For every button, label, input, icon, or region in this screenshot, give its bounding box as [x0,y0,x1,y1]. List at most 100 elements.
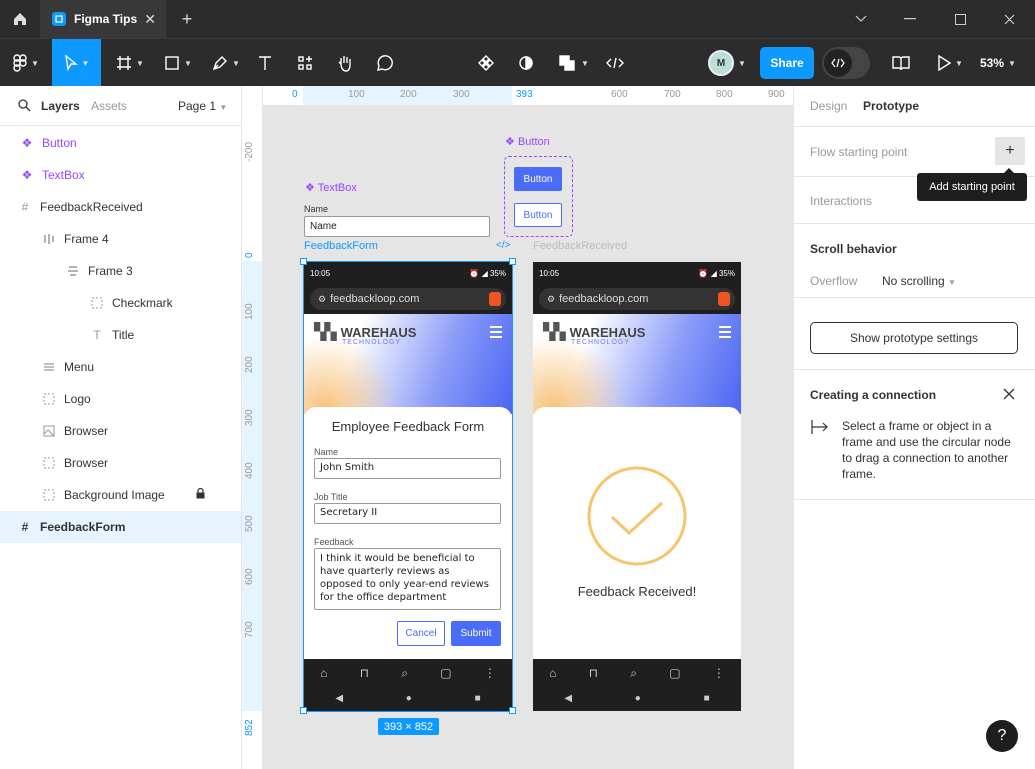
dev-code-button[interactable] [602,39,628,87]
boolean-tool-button[interactable]: ▼ [554,39,594,87]
frame-tool-button[interactable]: ▼ [110,39,150,87]
ruler-tick: 800 [716,89,733,100]
code-icon[interactable]: </> [496,240,510,251]
layer-browser[interactable]: Browser [0,415,241,447]
component-tool-button[interactable] [474,39,498,87]
list-icon [42,360,56,374]
layer-label: Background Image [64,488,165,502]
submit-button[interactable]: Submit [451,621,501,646]
feedback-textarea[interactable]: I think it would be beneficial to have q… [314,548,501,610]
layer-label: Button [42,136,77,150]
tab-layers[interactable]: Layers [41,99,80,113]
layer-background-image[interactable]: Background Image [0,479,241,511]
maximize-icon[interactable] [949,8,971,30]
layer-checkmark[interactable]: Checkmark [0,287,241,319]
tab-assets[interactable]: Assets [91,99,127,113]
resources-button[interactable] [292,39,318,87]
home-icon[interactable] [0,0,40,38]
page-selector[interactable]: Page 1 ▼ [178,99,227,113]
play-icon [938,55,952,71]
new-tab-icon[interactable]: + [176,8,198,30]
resize-handle[interactable] [509,258,516,265]
feedback-label: Feedback [314,537,354,547]
book-icon [892,56,910,71]
job-title-label: Job Title [314,492,348,502]
ruler-tick: 700 [664,89,681,100]
ruler-tick: 600 [244,568,255,585]
resize-handle[interactable] [509,707,516,714]
layer-label: TextBox [42,168,85,182]
hand-tool-button[interactable] [332,39,358,87]
layer-feedbackform[interactable]: # FeedbackForm [0,511,241,543]
job-title-input[interactable]: Secretary II [314,503,501,524]
resize-handle[interactable] [300,707,307,714]
feedbackreceived-frame[interactable]: 10:05 ⏰ ◢ 35% ⚙ feedbackloop.com ▚▚ WAREH… [533,262,741,711]
layer-menu[interactable]: Menu [0,351,241,383]
button-variant-secondary[interactable]: Button [514,203,562,227]
move-tool-button[interactable]: ▼ [52,39,101,87]
user-avatar-button[interactable]: M ▼ [703,39,751,87]
ruler-tick: 200 [400,89,417,100]
add-starting-point-tooltip: Add starting point [917,168,1027,201]
minimize-icon[interactable] [899,8,921,30]
connection-text: Select a frame or object in a frame and … [842,419,1011,481]
comment-tool-button[interactable] [371,39,397,87]
layer-textbox[interactable]: ❖ TextBox [0,159,241,191]
button-variant-primary[interactable]: Button [514,167,562,191]
text-icon: T [93,328,101,342]
dashed-frame-icon [42,456,56,470]
layer-feedbackreceived[interactable]: # FeedbackReceived [0,191,241,223]
frame-label-feedbackform[interactable]: FeedbackForm [304,240,378,252]
pen-tool-button[interactable]: ▼ [206,39,246,87]
share-button[interactable]: Share [760,47,814,79]
zoom-control[interactable]: 53% ▼ [980,39,1016,87]
textbox-component-label[interactable]: ❖ TextBox [305,181,357,194]
checkmark-icon [587,466,687,566]
textbox-component[interactable]: Name [304,216,490,237]
chevron-down-icon[interactable] [850,8,872,30]
tab-prototype[interactable]: Prototype [863,99,919,113]
search-icon[interactable] [18,99,31,115]
text-tool-button[interactable] [252,39,278,87]
frame-label-feedbackreceived[interactable]: FeedbackReceived [533,240,627,252]
resize-handle[interactable] [300,258,307,265]
close-window-icon[interactable] [998,8,1020,30]
main-menu-button[interactable]: ▼ [6,39,46,87]
feedbackform-frame[interactable]: 10:05 ⏰ ◢ 35% ⚙ feedbackloop.com ▚▚ WAREH… [303,261,513,712]
mask-tool-button[interactable] [514,39,538,87]
add-starting-point-button[interactable]: + [995,137,1025,165]
layer-browser[interactable]: Browser [0,447,241,479]
name-label: Name [314,447,339,457]
button-component-set[interactable]: Button Button [504,156,573,237]
overflow-dropdown[interactable]: No scrolling ▼ [882,274,956,288]
shape-tool-button[interactable]: ▼ [158,39,198,87]
layer-title[interactable]: T Title [0,319,241,351]
layer-button[interactable]: ❖ Button [0,127,241,159]
tab-design[interactable]: Design [810,99,847,113]
show-prototype-settings-button[interactable]: Show prototype settings [810,322,1018,354]
close-icon[interactable] [1003,388,1015,403]
layer-logo[interactable]: Logo [0,383,241,415]
home-circle-icon: ● [405,692,412,704]
figma-logo-icon [13,54,27,72]
brave-icon [718,292,730,306]
chevron-down-icon: ▼ [219,103,228,112]
present-button[interactable]: ▼ [930,39,970,87]
file-tab[interactable]: Figma Tips ✕ [40,0,166,38]
tab-title: Figma Tips [74,12,138,26]
name-input[interactable]: John Smith [314,458,501,479]
help-button[interactable]: ? [986,720,1018,752]
avatar: M [708,50,735,76]
button-component-label[interactable]: ❖ Button [505,135,550,148]
layer-frame-3[interactable]: Frame 3 [0,255,241,287]
dev-mode-toggle[interactable] [822,47,870,79]
cancel-button[interactable]: Cancel [397,621,445,646]
layer-frame-4[interactable]: Frame 4 [0,223,241,255]
library-button[interactable] [888,39,914,87]
zoom-level: 53% [980,56,1005,70]
url-field: ⚙ feedbackloop.com [539,288,735,310]
lock-icon[interactable] [196,487,205,502]
close-tab-icon[interactable]: ✕ [144,11,156,28]
ruler-tick: 300 [453,89,470,100]
url-text: feedbackloop.com [330,293,420,305]
